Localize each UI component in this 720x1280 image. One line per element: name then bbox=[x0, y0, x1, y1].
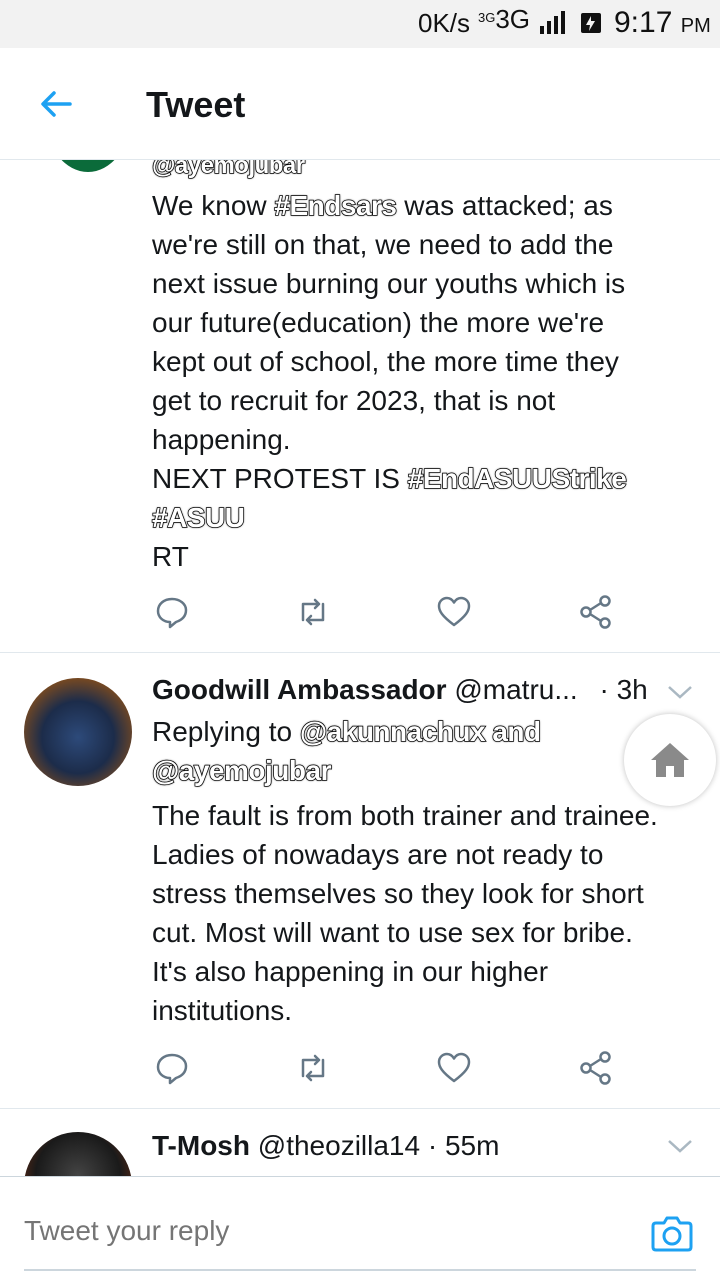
tweet-header: T-Mosh @theozilla14 · 55m bbox=[152, 1126, 652, 1165]
page-title: Tweet bbox=[146, 84, 246, 125]
avatar[interactable] bbox=[46, 160, 130, 172]
reply-input[interactable] bbox=[24, 1215, 624, 1247]
home-button[interactable] bbox=[624, 714, 716, 806]
tweet-feed[interactable]: @ayemojubar We know #Endsars was attacke… bbox=[0, 160, 720, 1176]
signal-icon bbox=[540, 11, 565, 34]
author-name[interactable]: Goodwill Ambassador bbox=[152, 674, 447, 705]
mention-link[interactable]: @akunnachux and bbox=[299, 715, 542, 748]
hashtag-link[interactable]: #EndASUUStrike bbox=[407, 462, 628, 495]
tweet-header: Goodwill Ambassador @matru... · 3h bbox=[152, 670, 672, 709]
chevron-down-icon[interactable] bbox=[666, 1136, 694, 1156]
mention-link[interactable]: @ayemojubar bbox=[151, 754, 332, 787]
chevron-down-icon[interactable] bbox=[666, 682, 694, 702]
hashtag-link[interactable]: #Endsars bbox=[274, 189, 398, 222]
input-underline bbox=[24, 1269, 696, 1271]
tweet-time: · 55m bbox=[427, 1130, 500, 1161]
retweet-icon[interactable] bbox=[295, 1050, 331, 1086]
avatar[interactable] bbox=[24, 1132, 132, 1176]
battery-icon bbox=[581, 13, 601, 33]
back-arrow-icon[interactable] bbox=[36, 84, 76, 124]
tweet-body: The fault is from both trainer and train… bbox=[152, 800, 658, 1026]
home-icon bbox=[651, 743, 689, 777]
reply-bar bbox=[0, 1176, 720, 1280]
author-handle[interactable]: @theozilla14 bbox=[258, 1130, 420, 1161]
share-icon[interactable] bbox=[578, 594, 614, 630]
avatar[interactable] bbox=[24, 678, 132, 786]
like-icon[interactable] bbox=[436, 594, 472, 630]
divider bbox=[0, 1108, 720, 1109]
network-speed: 0K/s bbox=[418, 8, 471, 38]
replying-to: Replying to @akunnachux and @ayemojubar bbox=[151, 715, 542, 787]
tweet-actions bbox=[154, 594, 614, 634]
camera-icon[interactable] bbox=[650, 1211, 694, 1255]
reply-icon[interactable] bbox=[154, 594, 190, 630]
tweet-actions bbox=[154, 1050, 614, 1090]
app-header: Tweet bbox=[0, 48, 720, 160]
reply-icon[interactable] bbox=[154, 1050, 190, 1086]
network-type: 3G3G bbox=[478, 4, 531, 34]
author-name[interactable]: T-Mosh bbox=[152, 1130, 250, 1161]
tweet-body: We know #Endsars was attacked; as we're … bbox=[151, 189, 628, 572]
share-icon[interactable] bbox=[578, 1050, 614, 1086]
tweet-handle[interactable]: @ayemojubar bbox=[151, 160, 306, 185]
status-bar: 0K/s 3G3G 9:17 PM bbox=[0, 0, 720, 48]
divider bbox=[0, 652, 720, 653]
retweet-icon[interactable] bbox=[295, 594, 331, 630]
author-handle[interactable]: @matru... bbox=[454, 674, 577, 705]
like-icon[interactable] bbox=[436, 1050, 472, 1086]
clock: 9:17 PM bbox=[614, 6, 711, 39]
hashtag-link[interactable]: #ASUU bbox=[151, 501, 245, 534]
tweet-time: · 3h bbox=[599, 674, 648, 705]
